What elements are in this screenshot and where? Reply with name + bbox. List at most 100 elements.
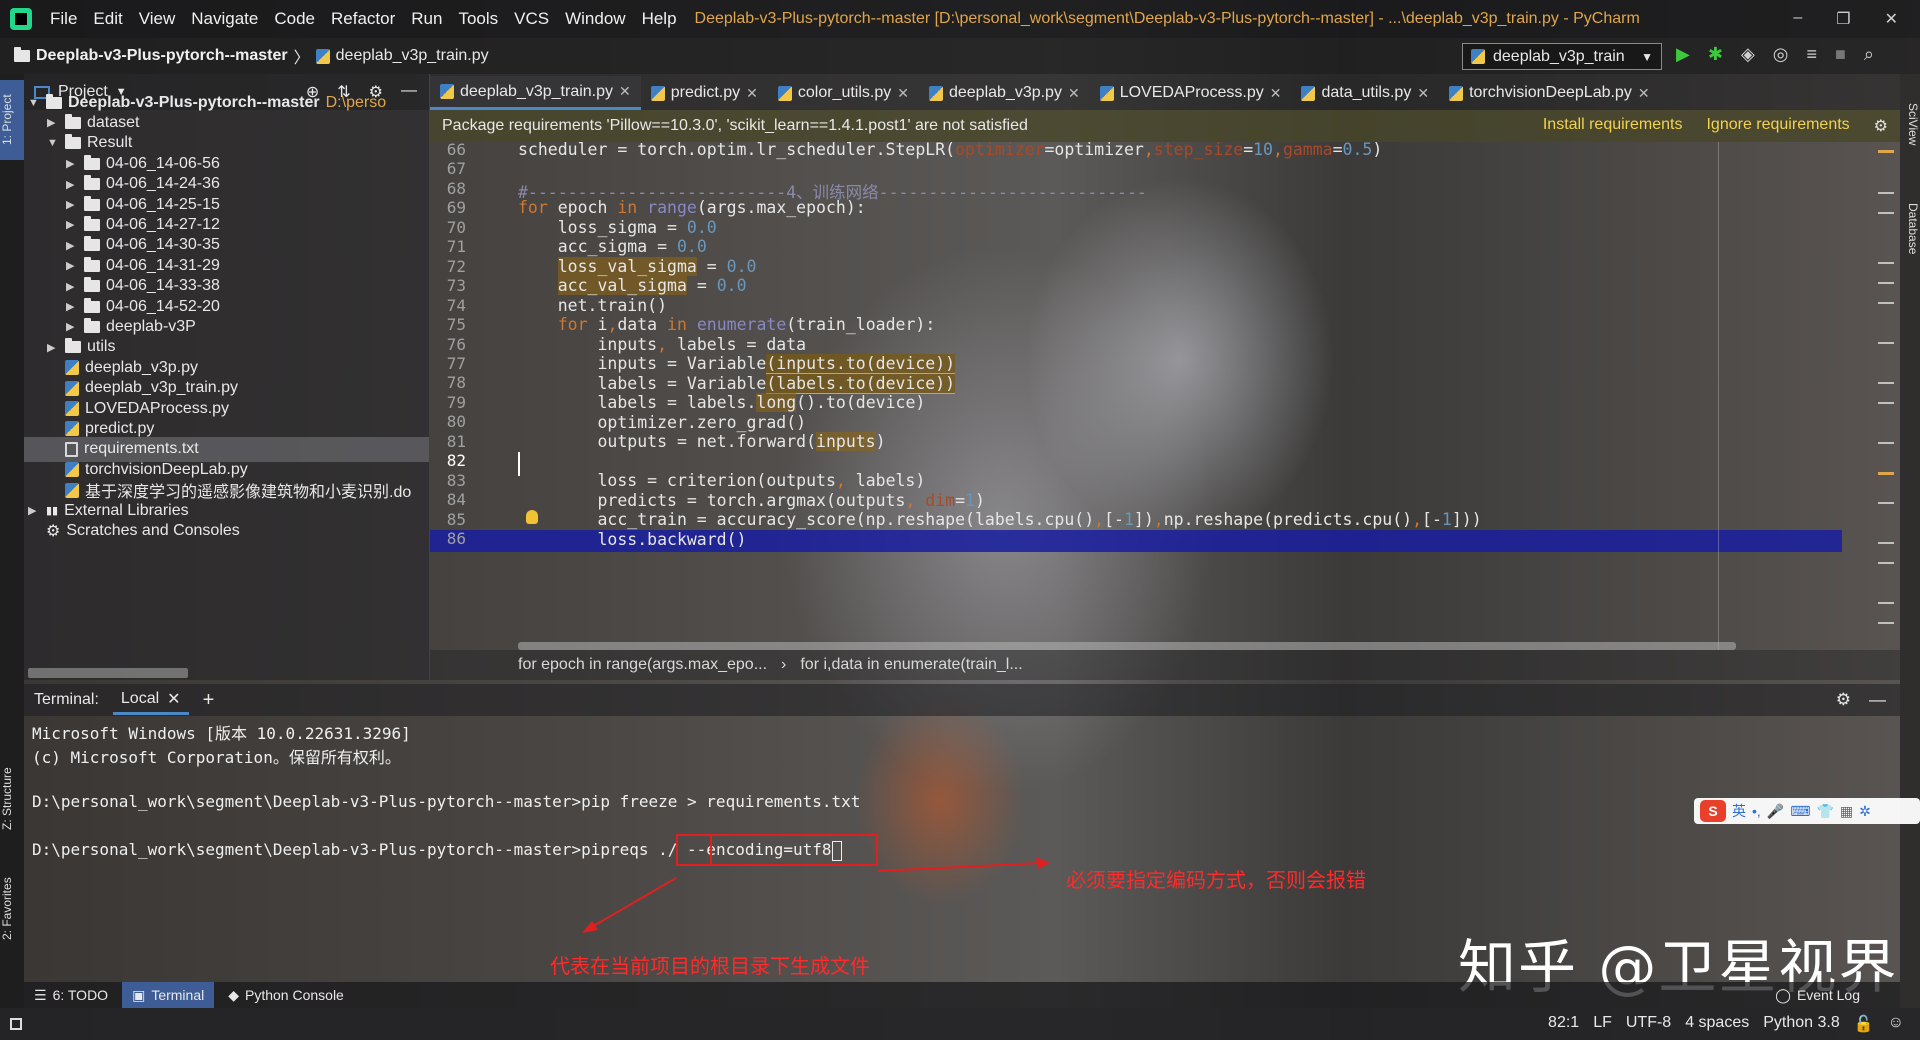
gear-icon[interactable]: ⚙: [1874, 116, 1888, 136]
keyboard-icon[interactable]: ⌨: [1790, 803, 1810, 820]
coverage-icon[interactable]: ◈: [1741, 44, 1755, 65]
error-stripe-mark[interactable]: [1878, 502, 1894, 504]
close-icon[interactable]: ✕: [1638, 85, 1650, 102]
database-tool-tab[interactable]: Database: [1900, 184, 1920, 274]
toggle-tool-windows-icon[interactable]: [10, 1018, 22, 1030]
python-interpreter[interactable]: Python 3.8: [1763, 1014, 1840, 1034]
menu-item-edit[interactable]: Edit: [85, 9, 130, 29]
chevron-right-icon[interactable]: ▶: [66, 218, 78, 231]
error-stripe-mark[interactable]: [1878, 402, 1894, 404]
editor-horizontal-scrollbar[interactable]: [518, 642, 1736, 650]
line-separator[interactable]: LF: [1593, 1014, 1612, 1034]
breadcrumb-file[interactable]: deeplab_v3p_train.py: [336, 47, 489, 65]
chevron-right-icon[interactable]: ▶: [28, 504, 40, 517]
chevron-right-icon[interactable]: ▶: [66, 300, 78, 313]
menu-item-code[interactable]: Code: [266, 9, 323, 29]
close-icon[interactable]: ✕: [1270, 85, 1282, 102]
menu-item-view[interactable]: View: [131, 9, 184, 29]
menu-item-refactor[interactable]: Refactor: [323, 9, 403, 29]
chevron-right-icon[interactable]: ▶: [66, 280, 78, 293]
editor-tab[interactable]: predict.py ✕: [641, 76, 768, 110]
chevron-right-icon[interactable]: ▶: [66, 259, 78, 272]
error-stripe-mark[interactable]: [1878, 212, 1894, 214]
close-icon[interactable]: ✕: [1417, 85, 1429, 102]
chevron-down-icon[interactable]: ▼: [28, 97, 40, 109]
error-stripe-mark[interactable]: [1878, 542, 1894, 544]
python-console-tool-tab[interactable]: ◆ Python Console: [218, 982, 354, 1008]
minimize-button[interactable]: –: [1793, 9, 1802, 29]
close-window-button[interactable]: ✕: [1885, 9, 1898, 29]
chevron-right-icon[interactable]: ▶: [66, 239, 78, 252]
chevron-right-icon[interactable]: ▶: [66, 198, 78, 211]
editor-tab[interactable]: LOVEDAProcess.py ✕: [1090, 76, 1292, 110]
error-stripe-mark[interactable]: [1878, 302, 1894, 304]
todo-tool-tab[interactable]: ☰ 6: TODO: [24, 982, 118, 1008]
ime-language-toggle[interactable]: 英: [1732, 801, 1746, 821]
chevron-right-icon[interactable]: ▶: [66, 157, 78, 170]
ignore-requirements-link[interactable]: Ignore requirements: [1706, 116, 1849, 136]
punctuation-icon[interactable]: •,: [1752, 803, 1761, 819]
chevron-right-icon[interactable]: ▶: [66, 320, 78, 333]
breadcrumb-project[interactable]: Deeplab-v3-Plus-pytorch--master: [36, 47, 288, 65]
chevron-right-icon[interactable]: ▶: [66, 178, 78, 191]
error-stripe-mark[interactable]: [1878, 562, 1894, 564]
debug-icon[interactable]: ✱: [1708, 44, 1723, 65]
close-icon[interactable]: ✕: [619, 83, 631, 100]
close-icon[interactable]: ✕: [167, 689, 180, 709]
skin-icon[interactable]: 👕: [1816, 803, 1833, 820]
error-stripe-mark[interactable]: [1878, 192, 1894, 194]
project-horizontal-scrollbar[interactable]: [28, 668, 188, 678]
hide-panel-icon[interactable]: —: [1869, 690, 1886, 710]
code-editor[interactable]: 66 67 68 69 70 71 72 73 74 75 76 77 78 79 80 81 82 83 84 85…: [430, 140, 1900, 650]
menu-item-file[interactable]: File: [42, 9, 85, 29]
restore-button[interactable]: ❐: [1836, 9, 1850, 29]
lock-icon[interactable]: 🔓: [1854, 1014, 1874, 1034]
close-icon[interactable]: ✕: [1068, 85, 1080, 102]
error-stripe-mark[interactable]: [1878, 282, 1894, 284]
error-stripe-mark[interactable]: [1878, 442, 1894, 444]
microphone-icon[interactable]: 🎤: [1767, 803, 1784, 820]
error-stripe-mark[interactable]: [1878, 150, 1894, 153]
concurrency-icon[interactable]: ≡: [1807, 44, 1818, 65]
menu-item-navigate[interactable]: Navigate: [183, 9, 266, 29]
run-icon[interactable]: ▶: [1676, 44, 1690, 65]
error-stripe-mark[interactable]: [1878, 622, 1894, 624]
gear-icon[interactable]: ⚙: [1836, 690, 1851, 710]
toolbox-icon[interactable]: ▦: [1840, 803, 1853, 820]
menu-item-window[interactable]: Window: [557, 9, 633, 29]
editor-tab[interactable]: data_utils.py ✕: [1291, 76, 1439, 110]
error-stripe-mark[interactable]: [1878, 472, 1894, 475]
inspector-icon[interactable]: ☺: [1888, 1014, 1904, 1034]
editor-tab[interactable]: color_utils.py ✕: [768, 76, 919, 110]
close-icon[interactable]: ✕: [897, 85, 909, 102]
indent-setting[interactable]: 4 spaces: [1685, 1014, 1749, 1034]
error-stripe-mark[interactable]: [1878, 262, 1894, 264]
sciview-tool-tab[interactable]: SciView: [1900, 84, 1920, 164]
error-stripe-mark[interactable]: [1878, 342, 1894, 344]
menu-item-help[interactable]: Help: [634, 9, 685, 29]
install-requirements-link[interactable]: Install requirements: [1543, 116, 1683, 136]
error-stripe-mark[interactable]: [1878, 382, 1894, 384]
project-tool-tab[interactable]: 1: Project: [0, 80, 24, 160]
chevron-down-icon[interactable]: ▼: [47, 137, 59, 149]
terminal-tool-tab[interactable]: ▣ Terminal: [122, 982, 215, 1008]
terminal-tab-local[interactable]: Local ✕: [112, 685, 189, 715]
profile-icon[interactable]: ◎: [1773, 44, 1789, 65]
file-encoding[interactable]: UTF-8: [1626, 1014, 1671, 1034]
chevron-right-icon[interactable]: ▶: [47, 116, 59, 129]
menu-item-vcs[interactable]: VCS: [506, 9, 557, 29]
close-icon[interactable]: ✕: [746, 85, 758, 102]
ime-toolbar[interactable]: S 英 •, 🎤 ⌨ 👕 ▦ ✲: [1694, 798, 1920, 824]
editor-tab[interactable]: torchvisionDeepLab.py ✕: [1439, 76, 1660, 110]
breadcrumb-scope-outer[interactable]: for epoch in range(args.max_epo...: [518, 656, 767, 674]
chevron-right-icon[interactable]: ▶: [47, 341, 59, 354]
editor-tab[interactable]: deeplab_v3p.py ✕: [919, 76, 1090, 110]
menu-item-tools[interactable]: Tools: [450, 9, 506, 29]
settings-icon[interactable]: ✲: [1859, 803, 1871, 820]
new-terminal-icon[interactable]: +: [203, 689, 215, 712]
run-configuration-select[interactable]: deeplab_v3p_train ▼: [1462, 43, 1662, 70]
error-stripe-mark[interactable]: [1878, 602, 1894, 604]
search-icon[interactable]: ⌕: [1864, 44, 1874, 65]
menu-item-run[interactable]: Run: [403, 9, 450, 29]
event-log-tab[interactable]: ◯ Event Log: [1775, 987, 1900, 1004]
